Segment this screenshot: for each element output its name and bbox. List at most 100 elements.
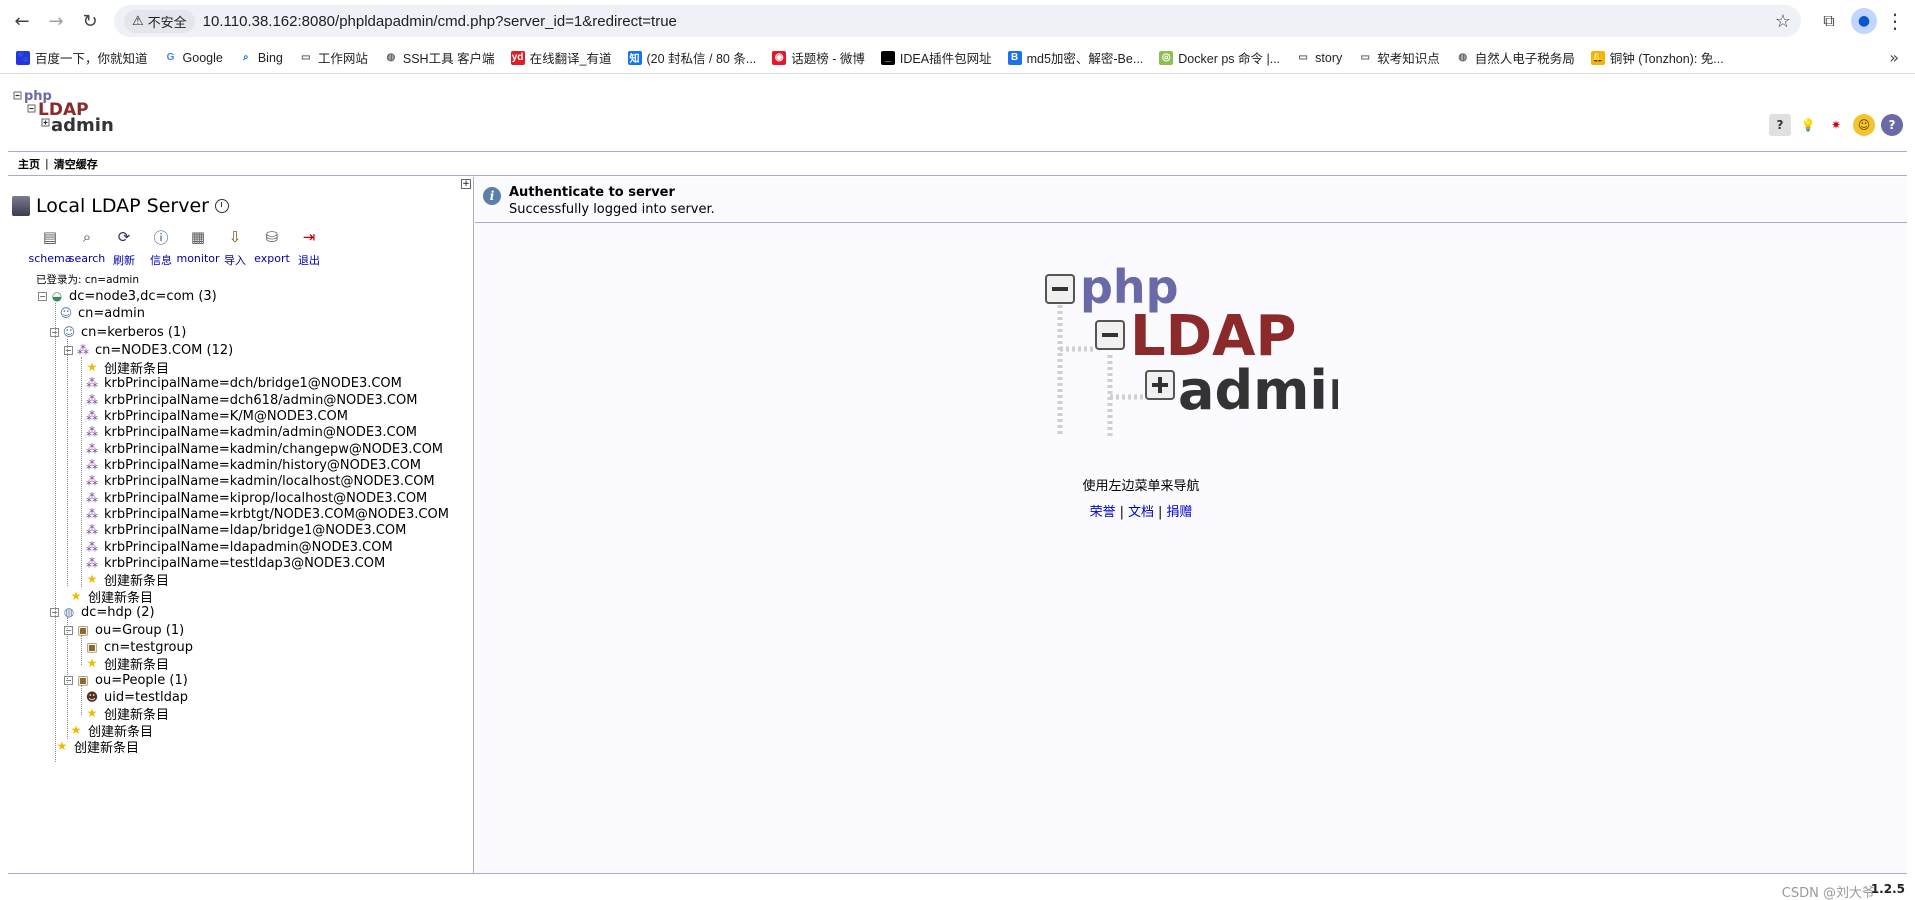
globe-icon: ◍ (1458, 52, 1468, 63)
bookmark-label: 软考知识点 (1377, 52, 1440, 66)
credits-link[interactable]: 荣誉 (1090, 505, 1116, 520)
browser-menu-button[interactable]: ⋮ (1883, 9, 1907, 33)
bookmark-item[interactable]: ⌕ Bing (231, 47, 291, 69)
bulb-icon[interactable]: 💡 (1797, 114, 1819, 136)
tool-刷新[interactable]: ⟳ 刷新 (106, 225, 142, 268)
tool-export[interactable]: ⛁ export (254, 225, 290, 268)
address-bar[interactable]: ⚠ 不安全 10.110.38.162:8080/phpldapadmin/cm… (114, 5, 1801, 37)
tree-node-label: krbPrincipalName=ldapadmin@NODE3.COM (104, 539, 393, 555)
tree-node-label: dc=hdp (2) (81, 604, 155, 620)
weibo-icon: ◉ (772, 50, 787, 65)
tool-label: export (254, 252, 290, 265)
bookmark-item[interactable]: G Google (156, 47, 231, 69)
tool-label: 导入 (224, 254, 246, 267)
tool-导入[interactable]: ⇩ 导入 (217, 225, 253, 268)
bookmark-item[interactable]: Bmd5加密、解密-Be... (1000, 44, 1152, 71)
bookmark-star-icon[interactable]: ☆ (1775, 11, 1791, 32)
runoob-icon: ◎ (1159, 50, 1174, 65)
tree-node-label: krbPrincipalName=kadmin/history@NODE3.CO… (104, 457, 422, 473)
tree-node[interactable]: − ⁂ cn=NODE3.COM (12) (64, 341, 233, 359)
tree-node[interactable]: − ▣ ou=People (1) (64, 671, 188, 689)
tool-label: monitor (176, 252, 220, 265)
bookmark-item[interactable]: yd 在线翻译_有道 (503, 44, 620, 71)
forward-button[interactable]: → (42, 7, 70, 35)
collapse-toggle[interactable]: − (38, 291, 47, 301)
tree-node[interactable]: − ☺ cn=kerberos (1) (50, 323, 186, 341)
bookmark-item[interactable]: 🔔 铜钟 (Tonzhon): 免... (1583, 44, 1732, 71)
tree-node[interactable]: ⁂ krbPrincipalName=dch/bridge1@NODE3.COM (84, 374, 402, 392)
create-entry-link[interactable]: ★ 创建新条目 (54, 737, 139, 756)
ou-icon: ▣ (77, 673, 89, 687)
ou-icon: ▣ (77, 623, 89, 637)
purge-cache-link[interactable]: 清空缓存 (54, 156, 98, 172)
bookmark-item[interactable]: ▭ story (1288, 47, 1350, 69)
tool-search[interactable]: ⌕ search (69, 225, 106, 268)
folder-icon: ▭ (1360, 52, 1370, 63)
reload-button[interactable]: ↻ (76, 7, 104, 35)
extensions-button[interactable]: ⧉ (1813, 7, 1845, 35)
bookmark-item[interactable]: ◉ 话题榜 - 微博 (764, 44, 873, 71)
question-icon[interactable]: ? (1881, 114, 1903, 136)
bookmark-item[interactable]: _ IDEA插件包网址 (873, 44, 1000, 71)
bookmark-item[interactable]: ◍ 自然人电子税务局 (1448, 44, 1583, 71)
create-entry-link[interactable]: ★ 创建新条目 (84, 654, 169, 673)
bookmark-label: md5加密、解密-Be... (1026, 52, 1144, 66)
tool-monitor[interactable]: ▦ monitor (176, 225, 219, 268)
profile-avatar[interactable]: ● (1851, 8, 1877, 34)
bookmarks-overflow-icon[interactable]: » (1881, 48, 1907, 67)
bookmark-item[interactable]: ▭ 软考知识点 (1350, 44, 1448, 71)
create-entry-link[interactable]: ★ 创建新条目 (84, 704, 169, 723)
search-icon: ⌕ (82, 228, 92, 246)
export-icon: ⛁ (265, 228, 279, 246)
bookmark-label: IDEA插件包网址 (899, 52, 992, 66)
tree-node[interactable]: ⁂ krbPrincipalName=kadmin/admin@NODE3.COM (84, 423, 417, 441)
star-icon: ★ (86, 656, 98, 670)
tree-connector (55, 303, 56, 762)
tree-node[interactable]: ⁂ krbPrincipalName=kadmin/localhost@NODE3… (84, 472, 435, 490)
bookmark-item[interactable]: ▭ 工作网站 (291, 44, 376, 71)
collapse-toggle[interactable]: − (64, 345, 73, 355)
documentation-link[interactable]: 文档 (1128, 505, 1154, 520)
bookmark-label: 百度一下，你就知道 (35, 52, 148, 66)
group-icon: ⁂ (86, 523, 98, 537)
tree-node[interactable]: − ◒ dc=node3,dc=com (3) (38, 287, 217, 305)
bookmark-item[interactable]: ◍ SSH工具 客户端 (376, 44, 503, 71)
bookmark-item[interactable]: ◎ Docker ps 命令 |... (1151, 44, 1288, 71)
tool-信息[interactable]: ⓘ 信息 (143, 225, 179, 268)
collapse-toggle[interactable]: − (64, 675, 73, 685)
group-icon: ⁂ (86, 409, 98, 423)
logout-icon: ⇥ (302, 228, 316, 246)
back-button[interactable]: ← (8, 7, 36, 35)
server-title: Local LDAP Server (12, 195, 229, 217)
bookmark-item[interactable]: 🐾 百度一下，你就知道 (8, 44, 156, 71)
tree-node[interactable]: ⁂ krbPrincipalName=ldap/bridge1@NODE3.COM (84, 521, 406, 539)
tree-node[interactable]: − ◍ dc=hdp (2) (50, 603, 155, 621)
tree-node[interactable]: − ▣ ou=Group (1) (64, 621, 184, 639)
tool-schema[interactable]: ▤ schema (29, 225, 72, 268)
search-icon: ⌕ (243, 52, 249, 63)
url-text[interactable]: 10.110.38.162:8080/phpldapadmin/cmd.php?… (203, 13, 1775, 30)
schema-icon: ▤ (42, 228, 58, 246)
notice-divider (475, 222, 1907, 223)
security-chip[interactable]: ⚠ 不安全 (124, 9, 195, 33)
server-name[interactable]: Local LDAP Server (36, 195, 209, 217)
bookmark-label: 自然人电子税务局 (1474, 52, 1575, 66)
smiley-icon[interactable]: ☺ (1853, 114, 1875, 136)
zhihu-icon: 知 (627, 50, 642, 65)
bookmark-item[interactable]: 知 (20 封私信 / 80 条... (620, 44, 765, 71)
home-link[interactable]: 主页 (18, 156, 40, 172)
tool-退出[interactable]: ⇥ 退出 (291, 225, 327, 268)
tree-node[interactable]: ☺ cn=admin (58, 304, 145, 322)
collapse-toggle[interactable]: − (64, 625, 73, 635)
collapse-panel-button[interactable]: + (461, 179, 471, 189)
help-icon[interactable]: ? (1769, 114, 1791, 136)
info-links: 荣誉 | 文档 | 捐赠 (475, 501, 1907, 520)
create-entry-link[interactable]: ★ 创建新条目 (84, 570, 169, 589)
bug-icon[interactable]: ✷ (1825, 114, 1847, 136)
clock-icon[interactable] (214, 199, 229, 213)
ou-icon: ▣ (86, 640, 98, 654)
bell-icon: 🔔 (1590, 50, 1605, 65)
donate-link[interactable]: 捐赠 (1166, 505, 1192, 520)
phpldapadmin-logo-small[interactable]: php LDAP admin (12, 88, 122, 144)
tree-node-label: cn=admin (78, 305, 146, 321)
